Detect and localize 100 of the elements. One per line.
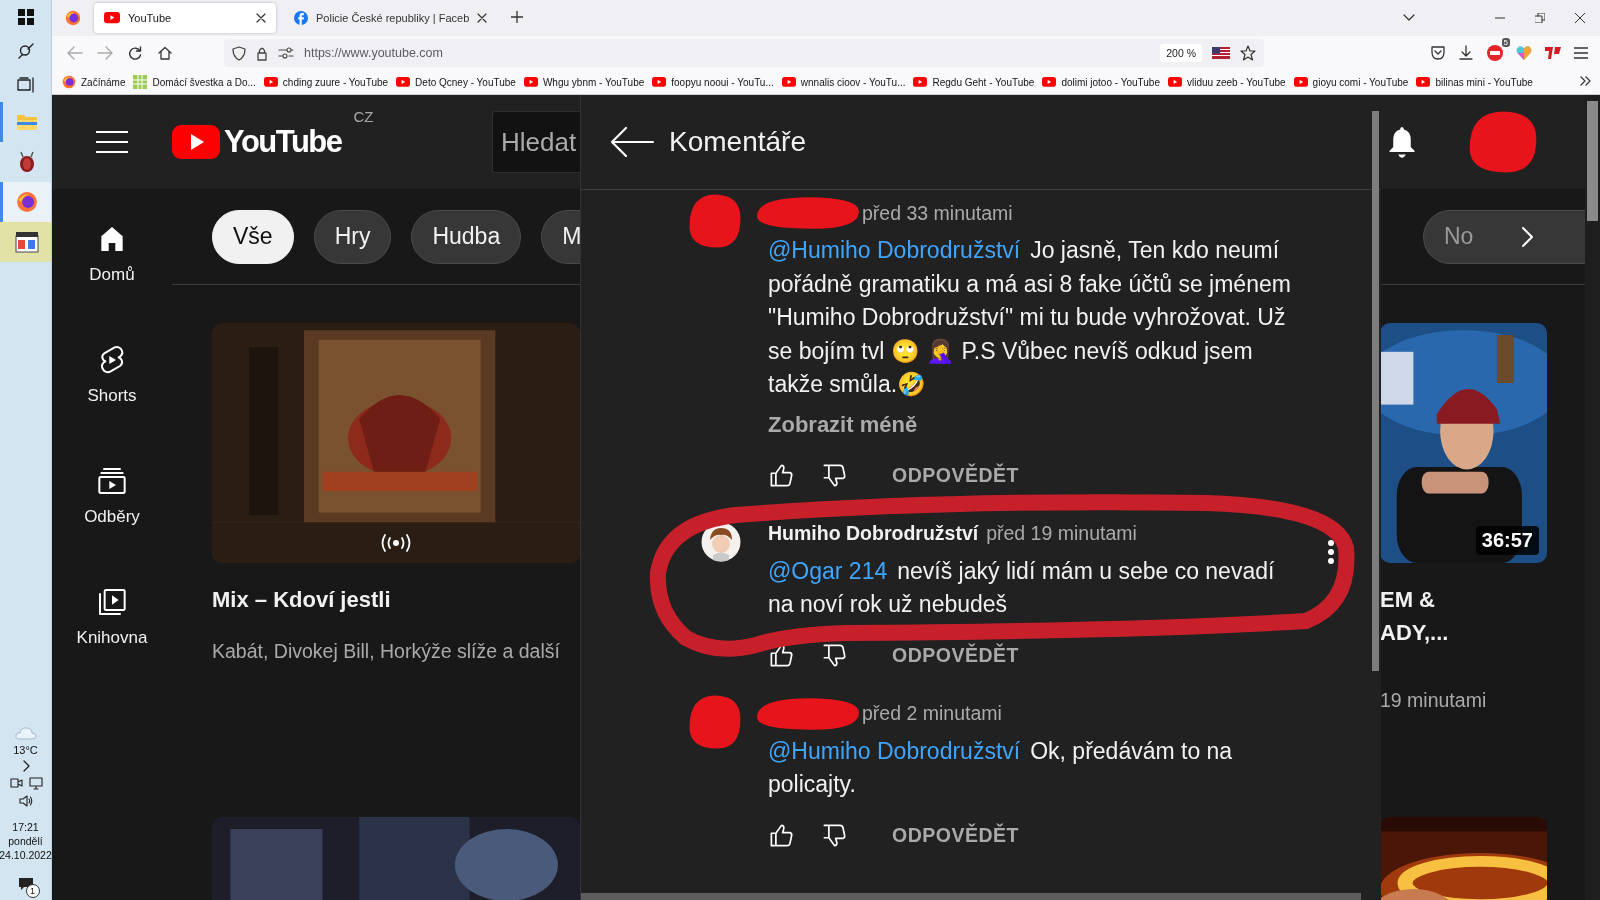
comment-time[interactable]: před 33 minutami — [862, 201, 1013, 225]
browser-logo-icon — [62, 75, 76, 89]
zoom-level[interactable]: 200 % — [1160, 44, 1202, 62]
play-icon[interactable] — [172, 125, 220, 159]
bookmark[interactable]: foopyu nooui - YouTu... — [652, 76, 774, 88]
logo-text[interactable]: YouTube — [224, 124, 342, 160]
video-title[interactable]: ADY,... — [1380, 616, 1547, 649]
play-icon — [523, 77, 538, 87]
dislike-icon[interactable] — [821, 822, 848, 849]
browser-tab[interactable]: Policie České republiky | Faceb — [284, 3, 498, 33]
filter-chip[interactable]: Hudba — [411, 209, 522, 264]
extension-icon[interactable] — [1544, 45, 1562, 61]
close-icon[interactable] — [477, 13, 488, 23]
bookmark[interactable]: vliduu zeeb - YouTube — [1168, 76, 1286, 88]
address-bar[interactable]: https://www.youtube.com 200 % — [224, 39, 1264, 67]
camera-icon[interactable] — [8, 776, 23, 790]
extension-badge: 5 — [1501, 38, 1510, 47]
scrollbar[interactable] — [581, 893, 1361, 900]
dislike-icon[interactable] — [821, 642, 848, 669]
show-less-link[interactable]: Zobrazit méně — [768, 407, 918, 442]
task-view-icon[interactable] — [16, 77, 35, 93]
mention-link[interactable]: @Ogar 214 — [768, 557, 888, 584]
panel-title: Komentáře — [669, 126, 806, 158]
guide-label[interactable]: Domů — [89, 265, 135, 285]
star-icon[interactable] — [1240, 45, 1256, 61]
filter-chip[interactable]: Vše — [212, 209, 294, 264]
subscriptions-icon[interactable] — [96, 465, 128, 497]
reload-icon[interactable] — [128, 46, 142, 60]
bookmark[interactable]: chding zuure - YouTube — [263, 76, 389, 88]
folder-icon — [16, 113, 38, 131]
browser-tab[interactable]: YouTube — [94, 3, 276, 33]
play-icon — [263, 77, 278, 87]
play-icon — [104, 12, 120, 24]
chevron-down-icon[interactable] — [1403, 14, 1415, 22]
scrollbar[interactable] — [1372, 111, 1379, 671]
browser-logo-icon — [65, 10, 81, 26]
comment-text: @Humiho Dobrodružství Jo jasně, Ten kdo neumí pořádně gramatiku a má asi 8 fake účtů se jménem "Humiho Dobrodružství" mi tu bude vyhrožovat. Už se bojím tvl 🙄 🤦‍♀ P.S Vůbec nevíš odkud jsem takže smůla.🤣 — [768, 236, 1291, 399]
search-icon[interactable] — [17, 43, 34, 59]
pocket-icon[interactable] — [1430, 45, 1446, 61]
comment-time[interactable]: před 2 minutami — [862, 702, 1002, 725]
guide-label[interactable]: Knihovna — [76, 628, 148, 648]
heart-icon[interactable] — [1516, 45, 1532, 61]
bug-icon — [18, 151, 36, 173]
dislike-icon[interactable] — [821, 462, 848, 489]
reply-button[interactable]: ODPOVĚDĚT — [892, 464, 1019, 487]
cloud-icon — [14, 726, 37, 740]
guide-label[interactable]: Shorts — [87, 386, 137, 406]
filter-chip[interactable]: M — [541, 209, 580, 264]
comment-time[interactable]: před 19 minutami — [986, 522, 1137, 545]
back-arrow-icon[interactable] — [609, 125, 655, 159]
video-meta: Kabát, Divokej Bill, Horkýže slíže a další — [212, 640, 561, 663]
double-chevron-icon[interactable] — [1580, 76, 1592, 86]
bookmark[interactable]: dolimi jotoo - YouTube — [1042, 76, 1160, 88]
bookmark[interactable]: wnnalis cioov - YouTu... — [781, 76, 906, 88]
mention-link[interactable]: @Humiho Dobrodružství — [768, 737, 1021, 764]
bell-icon[interactable] — [1387, 125, 1417, 159]
like-icon[interactable] — [768, 822, 795, 849]
mention-link[interactable]: @Humiho Dobrodružství — [768, 237, 1021, 263]
reply-button[interactable]: ODPOVĚDĚT — [892, 824, 1019, 847]
like-icon[interactable] — [768, 462, 795, 489]
bookmark[interactable]: Whgu ybnm - YouTube — [523, 76, 645, 88]
bookmark[interactable]: Domácí švestka a Do... — [133, 75, 256, 89]
extension-icon[interactable] — [1486, 44, 1504, 62]
bookmark[interactable]: Deto Qcney - YouTube — [396, 76, 516, 88]
library-icon[interactable] — [96, 586, 128, 618]
taskbar-app[interactable] — [0, 222, 51, 262]
guide-label[interactable]: Odběry — [84, 507, 140, 527]
reply-button[interactable]: ODPOVĚDĚT — [892, 644, 1019, 667]
windows-logo-icon[interactable] — [17, 9, 34, 25]
avatar-icon[interactable] — [701, 521, 741, 562]
speaker-icon[interactable] — [18, 794, 33, 808]
monitor-icon[interactable] — [28, 776, 43, 790]
plus-icon[interactable] — [511, 11, 524, 23]
more-icon[interactable] — [1327, 538, 1335, 565]
close-icon[interactable] — [256, 13, 266, 23]
bookmark[interactable]: gioyu comi - YouTube — [1293, 76, 1409, 88]
taskbar-app[interactable] — [0, 182, 51, 222]
shield-icon[interactable] — [232, 45, 246, 61]
notification-icon[interactable] — [17, 876, 34, 892]
download-icon[interactable] — [1458, 45, 1474, 61]
permissions-icon[interactable] — [278, 47, 294, 59]
close-icon[interactable] — [1575, 13, 1585, 23]
bookmark[interactable]: bilinas mini - YouTube — [1416, 76, 1533, 88]
region-code: CZ — [353, 108, 374, 125]
letter-f-icon — [294, 11, 308, 25]
grid-icon — [133, 75, 148, 89]
video-title[interactable]: Mix – Kdoví jestli — [212, 583, 580, 616]
home-icon[interactable] — [158, 46, 172, 60]
lock-icon[interactable] — [256, 45, 268, 61]
comment-author[interactable]: Humiho Dobrodružství — [768, 522, 979, 545]
filter-chip[interactable]: Hry — [313, 209, 392, 264]
filter-chip[interactable]: No — [1423, 209, 1585, 264]
search-field[interactable]: Hledat — [492, 111, 582, 173]
restore-icon[interactable] — [1535, 13, 1545, 23]
scrollbar[interactable] — [1585, 95, 1600, 900]
calendar-icon — [15, 231, 39, 253]
comment-text: @Ogar 214 nevíš jaký lidí mám u sebe co nevadí na noví rok už nebudeš — [768, 556, 1276, 619]
video-title[interactable]: EM & — [1380, 583, 1547, 616]
bookmark[interactable]: Regdu Geht - YouTube — [913, 76, 1035, 88]
bookmark[interactable]: Začínáme — [62, 75, 126, 89]
